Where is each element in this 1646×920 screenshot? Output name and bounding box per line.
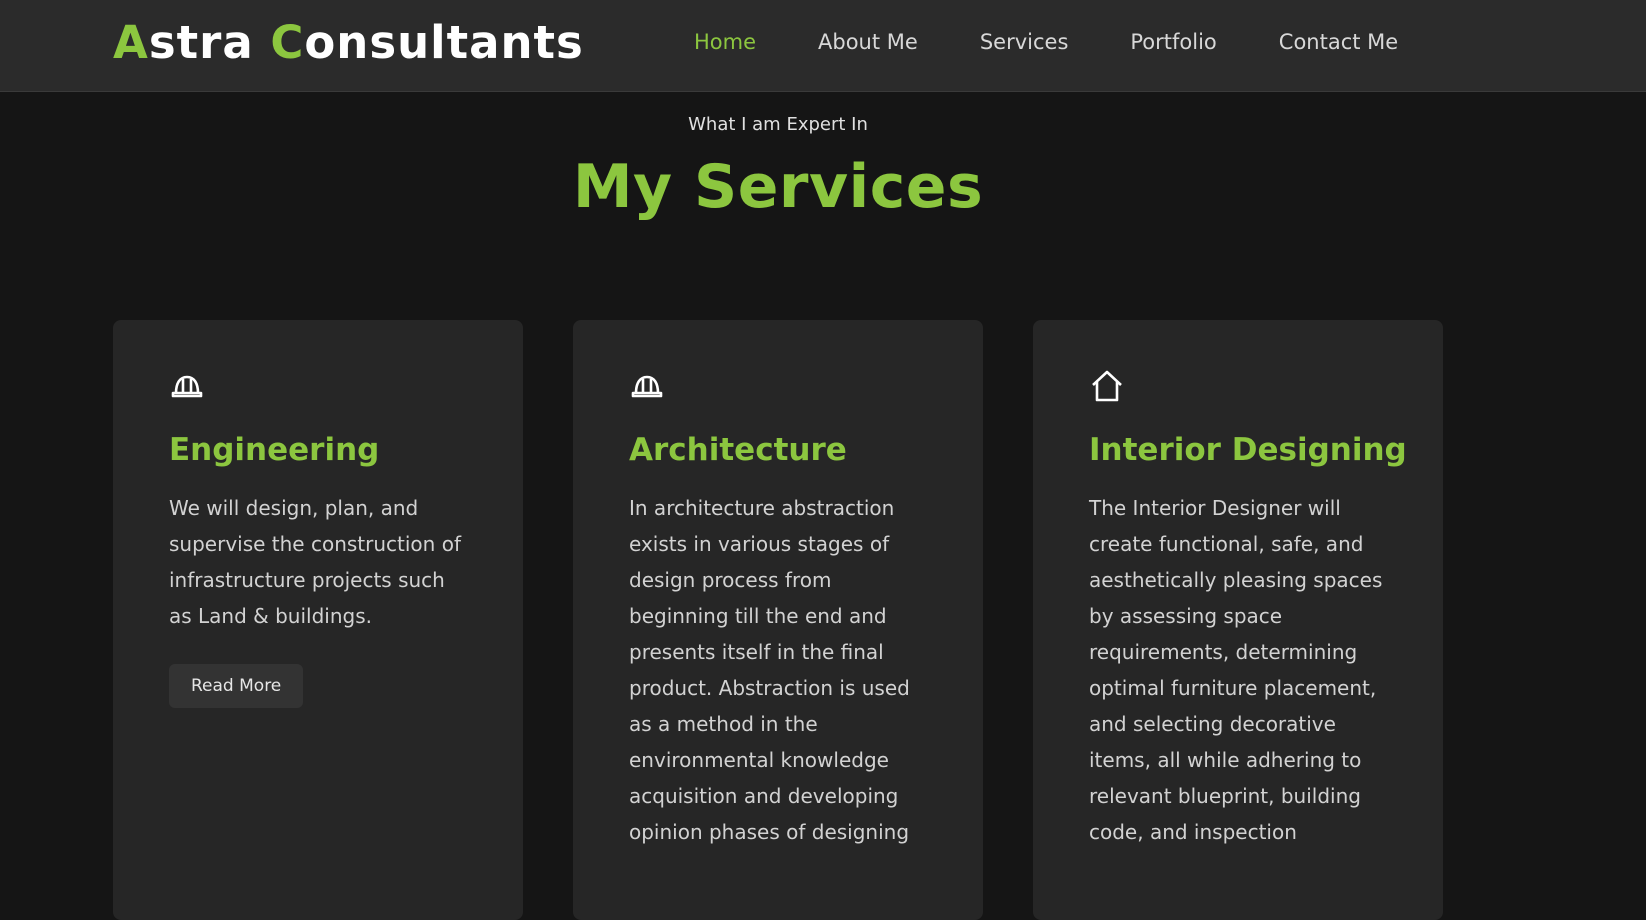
hard-hat-icon xyxy=(629,368,927,404)
nav-home[interactable]: Home xyxy=(694,30,756,54)
service-card-engineering: Engineering We will design, plan, and su… xyxy=(113,320,523,920)
brand-text-consultants: onsultants xyxy=(304,16,584,69)
card-title: Architecture xyxy=(629,432,847,468)
nav-about-me[interactable]: About Me xyxy=(818,30,918,54)
nav-services[interactable]: Services xyxy=(980,30,1069,54)
card-title: Engineering xyxy=(169,432,380,468)
brand-initial-a: A xyxy=(113,16,149,69)
card-title: Interior Designing xyxy=(1089,432,1407,468)
brand-logo[interactable]: Astra Consultants xyxy=(113,16,584,69)
brand-text-astra: stra xyxy=(148,16,271,69)
card-description: The Interior Designer will create functi… xyxy=(1089,496,1383,844)
navbar: Astra Consultants Home About Me Services… xyxy=(0,0,1646,92)
house-icon xyxy=(1089,368,1387,404)
nav-portfolio[interactable]: Portfolio xyxy=(1130,30,1216,54)
section-subtitle: What I am Expert In xyxy=(688,114,868,135)
service-card-architecture: Architecture In architecture abstraction… xyxy=(573,320,983,920)
card-description: In architecture abstraction exists in va… xyxy=(629,496,910,844)
card-description: We will design, plan, and supervise the … xyxy=(169,496,461,628)
read-more-button[interactable]: Read More xyxy=(169,664,304,708)
section-title: My Services xyxy=(572,152,984,222)
hard-hat-icon xyxy=(169,368,467,404)
service-card-interior-designing: Interior Designing The Interior Designer… xyxy=(1033,320,1443,920)
brand-initial-c: C xyxy=(270,16,305,69)
main-nav: Home About Me Services Portfolio Contact… xyxy=(694,30,1460,54)
services-cards: Engineering We will design, plan, and su… xyxy=(113,320,1443,920)
nav-contact-me[interactable]: Contact Me xyxy=(1279,30,1398,54)
